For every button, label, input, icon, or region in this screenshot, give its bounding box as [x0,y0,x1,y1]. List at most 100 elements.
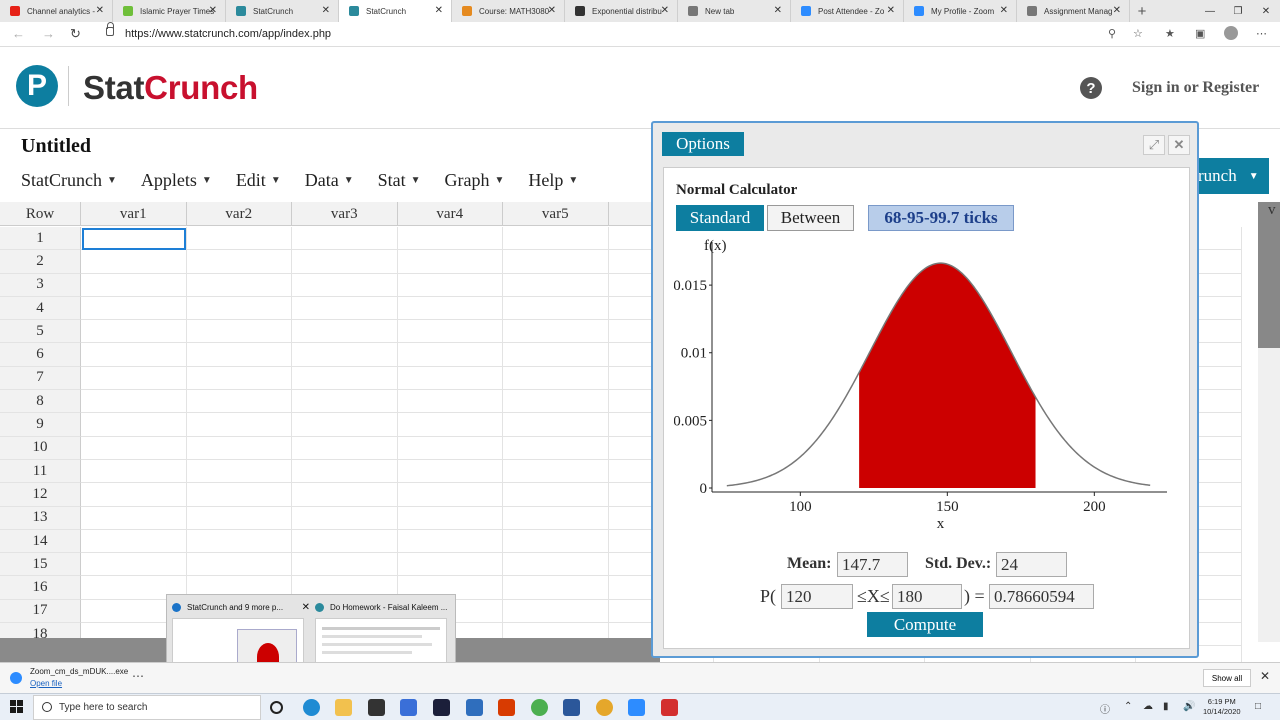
grid-cell[interactable] [503,576,609,600]
row-number[interactable]: 16 [0,576,81,600]
grid-cell[interactable] [503,390,609,414]
acrobat-icon[interactable] [661,699,678,716]
grid-cell[interactable] [397,227,503,251]
tab-close-icon[interactable]: ✕ [548,5,556,16]
grid-cell[interactable] [81,343,187,367]
grid-cell[interactable] [397,553,503,577]
browser-tab[interactable]: Assignment Manag ✕ [1017,0,1130,22]
store-icon[interactable] [368,699,385,716]
grid-cell[interactable] [503,553,609,577]
grid-cell[interactable] [292,250,398,274]
grid-cell[interactable] [503,320,609,344]
back-icon[interactable]: ← [12,26,25,41]
taskbar-search[interactable]: Type here to search [33,695,261,720]
grid-cell[interactable] [186,413,292,437]
grid-cell[interactable] [397,413,503,437]
grid-cell[interactable] [503,529,609,554]
tab-close-icon[interactable]: ✕ [322,5,330,16]
vscode-icon[interactable] [433,699,450,716]
dropbox-icon[interactable] [400,699,417,716]
close-icon[interactable]: ✕ [1168,135,1190,155]
grid-cell[interactable] [292,436,398,460]
grid-cell[interactable] [503,436,609,460]
browser-tab[interactable]: My Profile - Zoom ✕ [904,0,1017,22]
column-header[interactable]: var5 [503,202,609,226]
grid-cell[interactable] [503,273,609,297]
task-view-icon[interactable] [270,701,283,714]
show-all-button[interactable]: Show all [1203,669,1251,687]
row-number[interactable]: 14 [0,529,81,554]
grid-cell[interactable] [397,459,503,484]
notifications-icon[interactable]: □ [1255,701,1261,712]
minimize-icon[interactable]: — [1196,0,1224,22]
grid-cell[interactable] [186,227,292,251]
row-number[interactable]: 2 [0,250,81,274]
grid-cell[interactable] [292,506,398,530]
grid-cell[interactable] [186,250,292,274]
volume-icon[interactable]: 🔊 [1183,701,1195,712]
row-number[interactable]: 1 [0,227,81,251]
menu-help[interactable]: Help ▼ [528,170,578,191]
collections-icon[interactable]: ▣ [1195,27,1205,40]
edge-beta-icon[interactable] [596,699,613,716]
grid-cell[interactable] [81,320,187,344]
menu-edit[interactable]: Edit ▼ [236,170,281,191]
office-icon[interactable] [498,699,515,716]
grid-cell[interactable] [81,250,187,274]
grid-cell[interactable] [397,529,503,554]
grid-cell[interactable] [81,366,187,391]
browser-tab[interactable]: Exponential distribu ✕ [565,0,678,22]
close-icon[interactable]: ✕ [302,602,310,613]
menu-applets[interactable]: Applets ▼ [141,170,212,191]
grid-cell[interactable] [81,296,187,321]
grid-cell[interactable] [81,390,187,414]
tab-close-icon[interactable]: ✕ [96,5,104,16]
zoom-icon[interactable] [628,699,645,716]
more-menu-icon[interactable]: ⋯ [1256,27,1267,40]
tab-close-icon[interactable]: ✕ [774,5,782,16]
zoom-icon[interactable]: ⚲ [1108,27,1116,40]
grid-cell[interactable] [292,296,398,321]
column-header[interactable]: var2 [187,202,292,226]
grid-cell[interactable] [292,343,398,367]
row-number[interactable]: 13 [0,506,81,530]
close-icon[interactable]: ✕ [1260,669,1270,683]
grid-cell[interactable] [397,320,503,344]
grid-cell[interactable] [397,366,503,391]
column-header[interactable]: var3 [292,202,398,226]
close-window-icon[interactable]: ✕ [1252,0,1280,22]
grid-cell[interactable] [186,436,292,460]
row-number[interactable]: 10 [0,436,81,460]
row-number[interactable]: 9 [0,413,81,437]
chrome-icon[interactable] [531,699,548,716]
tab-close-icon[interactable]: ✕ [887,5,895,16]
grid-cell[interactable] [186,459,292,484]
row-number[interactable]: 11 [0,459,81,484]
grid-cell[interactable] [397,390,503,414]
grid-cell[interactable] [186,483,292,507]
row-number[interactable]: 3 [0,273,81,297]
statcrunch-menu-button[interactable]: runch ▼ [1190,158,1269,194]
open-file-link[interactable]: Open file [30,679,62,688]
options-title[interactable]: Options [662,132,744,156]
download-more-icon[interactable]: ⋯ [132,669,144,683]
tab-close-icon[interactable]: ✕ [1000,5,1008,16]
grid-cell[interactable] [81,413,187,437]
grid-cell[interactable] [503,366,609,391]
browser-tab[interactable]: StatCrunch ✕ [339,0,452,22]
menu-stat[interactable]: Stat ▼ [378,170,421,191]
grid-cell[interactable] [292,227,398,251]
tab-close-icon[interactable]: ✕ [1113,5,1121,16]
grid-cell[interactable] [397,343,503,367]
grid-cell[interactable] [397,250,503,274]
grid-cell[interactable] [397,483,503,507]
grid-cell[interactable] [186,553,292,577]
selected-cell[interactable] [82,228,186,250]
forward-icon[interactable]: → [42,26,55,41]
menu-statcrunch[interactable]: StatCrunch ▼ [21,170,117,191]
upper-bound-input[interactable]: 180 [892,584,962,609]
browser-tab[interactable]: Post Attendee - Zo ✕ [791,0,904,22]
tab-close-icon[interactable]: ✕ [209,5,217,16]
grid-cell[interactable] [292,366,398,391]
sign-in-link[interactable]: Sign in or Register [1132,79,1259,97]
